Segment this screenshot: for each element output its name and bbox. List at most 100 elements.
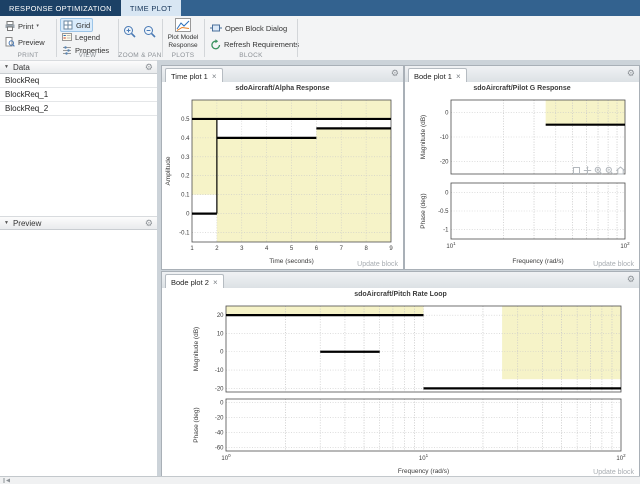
svg-text:0.1: 0.1 <box>181 193 190 199</box>
list-item-blockreq-1[interactable]: BlockReq_1 <box>0 88 157 102</box>
svg-text:0.2: 0.2 <box>181 174 190 180</box>
zoom-out-icon[interactable] <box>605 166 614 175</box>
legend-toggle-button[interactable]: Legend <box>60 31 102 43</box>
dropdown-arrow-icon[interactable]: ▾ <box>36 23 39 29</box>
refresh-requirements-button[interactable]: Refresh Requirements <box>208 38 301 50</box>
svg-text:-40: -40 <box>215 430 224 436</box>
svg-text:Frequency (rad/s): Frequency (rad/s) <box>512 258 563 265</box>
pan-icon[interactable] <box>583 166 592 175</box>
refresh-requirements-label: Refresh Requirements <box>224 40 299 49</box>
legend-label: Legend <box>75 33 100 42</box>
zoom-in-icon[interactable] <box>594 166 603 175</box>
close-icon[interactable]: × <box>213 278 218 287</box>
figure-area: sdoAircraft/Alpha Response 0.50.40.30.20… <box>162 82 403 269</box>
figure-area: sdoAircraft/Pilot G Response 0-10-20Magn… <box>405 82 639 269</box>
gear-icon[interactable]: ⚙ <box>627 68 635 79</box>
ribbon-group-block: Open Block Dialog Refresh Requirements B… <box>205 16 297 60</box>
panel-tab-bar: Time plot 1 × ⚙ <box>162 66 403 83</box>
gear-icon[interactable]: ⚙ <box>391 68 399 79</box>
svg-text:0: 0 <box>186 212 190 218</box>
svg-text:3: 3 <box>240 246 244 252</box>
preview-button[interactable]: Preview <box>3 36 47 48</box>
svg-text:101: 101 <box>446 241 456 250</box>
list-item-blockreq-2[interactable]: BlockReq_2 <box>0 102 157 116</box>
close-icon[interactable]: × <box>456 72 461 81</box>
zoom-in-icon[interactable] <box>123 25 137 39</box>
printer-icon <box>5 21 15 31</box>
data-section-header[interactable]: ▼ Data ⚙ <box>0 60 157 74</box>
grid-label: Grid <box>76 21 90 30</box>
group-caption-view: VIEW <box>57 52 118 59</box>
plot-title: sdoAircraft/Pitch Rate Loop <box>162 288 639 303</box>
brush-icon[interactable] <box>572 166 581 175</box>
collapse-triangle-icon[interactable]: ▼ <box>4 220 9 226</box>
print-button[interactable]: Print ▾ <box>3 20 41 32</box>
bode-plot-2-canvas[interactable]: 20100-10-20Magnitude (dB)0-20-40-6010010… <box>162 303 637 475</box>
grid-toggle-button[interactable]: Grid <box>60 18 93 32</box>
bode-plot-1-canvas[interactable]: 0-10-20Magnitude (dB)0-0.5-1101102Phase … <box>405 97 637 265</box>
zoom-out-icon[interactable] <box>143 25 157 39</box>
tab-label: Time plot 1 <box>171 72 208 81</box>
svg-text:-10: -10 <box>440 135 449 141</box>
update-block-link[interactable]: Update block <box>357 261 398 268</box>
plot-model-response-button[interactable]: Plot Model Response <box>164 18 202 50</box>
svg-text:4: 4 <box>265 246 269 252</box>
tab-bode-plot-1[interactable]: Bode plot 1 × <box>408 68 467 83</box>
ribbon-group-view: Grid Legend Properties VIEW <box>57 16 118 60</box>
svg-text:0.5: 0.5 <box>181 117 190 123</box>
svg-text:0.3: 0.3 <box>181 155 190 161</box>
plot-title: sdoAircraft/Pilot G Response <box>405 82 639 97</box>
svg-text:9: 9 <box>389 246 393 252</box>
preview-section-header[interactable]: ▼ Preview ⚙ <box>0 216 157 230</box>
splitter-collapse-button[interactable] <box>3 478 13 483</box>
update-block-link[interactable]: Update block <box>593 469 634 476</box>
time-plot-canvas[interactable]: 0.50.40.30.20.10-0.1123456789AmplitudeTi… <box>162 97 401 265</box>
svg-text:0: 0 <box>220 401 224 407</box>
svg-text:Amplitude: Amplitude <box>165 156 172 185</box>
svg-text:Magnitude (dB): Magnitude (dB) <box>193 327 200 371</box>
ribbon-toolbar: Print ▾ Preview PRINT Grid Legend Proper… <box>0 16 640 61</box>
svg-text:2: 2 <box>215 246 219 252</box>
collapse-triangle-icon[interactable]: ▼ <box>4 64 9 70</box>
svg-text:Frequency (rad/s): Frequency (rad/s) <box>398 468 449 475</box>
svg-text:0: 0 <box>445 110 449 116</box>
close-icon[interactable]: × <box>212 72 217 81</box>
svg-text:20: 20 <box>217 313 224 319</box>
group-separator <box>297 19 298 57</box>
ribbon-tab-strip: RESPONSE OPTIMIZATION TIME PLOT <box>0 0 640 16</box>
home-icon[interactable] <box>616 166 625 175</box>
gear-icon[interactable]: ⚙ <box>627 274 635 285</box>
tab-label: Bode plot 1 <box>414 72 452 81</box>
response-optimization-window: RESPONSE OPTIMIZATION TIME PLOT Print ▾ … <box>0 0 640 484</box>
data-section-label: Data <box>13 63 30 72</box>
status-bar <box>0 476 640 484</box>
svg-text:100: 100 <box>221 453 231 462</box>
preview-label: Preview <box>18 38 45 47</box>
plot-model-response-label-2: Response <box>168 42 197 49</box>
gear-icon[interactable]: ⚙ <box>145 218 153 229</box>
svg-text:0.4: 0.4 <box>181 136 190 142</box>
update-block-link[interactable]: Update block <box>593 261 634 268</box>
tab-time-plot-1[interactable]: Time plot 1 × <box>165 68 223 83</box>
svg-text:-60: -60 <box>215 445 224 451</box>
tab-bode-plot-2[interactable]: Bode plot 2 × <box>165 274 224 289</box>
svg-text:-0.1: -0.1 <box>179 231 190 237</box>
svg-text:0: 0 <box>445 190 449 196</box>
open-block-dialog-button[interactable]: Open Block Dialog <box>208 22 289 34</box>
svg-text:102: 102 <box>620 241 630 250</box>
group-caption-block: BLOCK <box>205 52 297 59</box>
data-browser-sidebar: ▼ Data ⚙ BlockReq BlockReq_1 BlockReq_2 … <box>0 60 158 477</box>
tab-response-optimization[interactable]: RESPONSE OPTIMIZATION <box>0 0 121 16</box>
list-item-blockreq[interactable]: BlockReq <box>0 74 157 88</box>
gear-icon[interactable]: ⚙ <box>145 62 153 73</box>
svg-text:6: 6 <box>315 246 319 252</box>
svg-text:Magnitude (dB): Magnitude (dB) <box>420 115 427 159</box>
legend-icon <box>62 32 72 42</box>
plot-dock-area: Time plot 1 × ⚙ sdoAircraft/Alpha Respon… <box>157 60 640 477</box>
svg-text:1: 1 <box>190 246 194 252</box>
svg-text:8: 8 <box>364 246 368 252</box>
svg-text:102: 102 <box>616 453 626 462</box>
svg-text:7: 7 <box>340 246 344 252</box>
tab-time-plot[interactable]: TIME PLOT <box>121 0 181 16</box>
plot-model-response-label-1: Plot Model <box>168 34 199 41</box>
